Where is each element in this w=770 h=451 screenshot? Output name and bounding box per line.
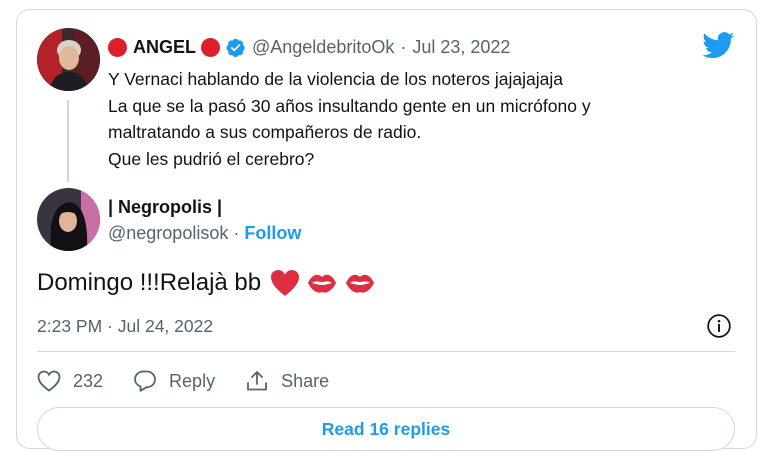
- reply-handle-row: @negropolisok · Follow: [108, 223, 301, 244]
- thread-line: [67, 100, 69, 182]
- reply-bubble-icon: [134, 370, 156, 392]
- red-circle-icon: [201, 37, 220, 57]
- quoted-tweet-text: Y Vernaci hablando de la violencia de lo…: [108, 66, 708, 172]
- kiss-mark-icon: [306, 271, 338, 295]
- quoted-tweet-header: ANGEL @AngeldebritoOk · Jul 23, 2022: [108, 36, 510, 58]
- date-separator: ·: [400, 36, 407, 57]
- verified-badge-icon: [225, 37, 246, 58]
- handle-separator: ·: [233, 223, 240, 243]
- share-label: Share: [281, 370, 330, 391]
- follow-button[interactable]: Follow: [244, 223, 301, 243]
- share-icon: [247, 371, 267, 391]
- kiss-mark-icon: [344, 271, 376, 295]
- tweet-text: Domingo !!!Relajà bb: [37, 269, 262, 296]
- negropolis-avatar[interactable]: [37, 188, 100, 251]
- read-replies-button[interactable]: Read 16 replies: [37, 407, 735, 451]
- like-count: 232: [73, 370, 104, 391]
- tweet-text-row: Domingo !!!Relajà bb: [37, 269, 376, 297]
- heart-outline-icon: [37, 370, 61, 392]
- tweet-actions: 232 Reply Share: [37, 370, 359, 392]
- like-button[interactable]: 232: [37, 370, 103, 392]
- share-button[interactable]: Share: [245, 370, 329, 392]
- red-heart-icon: [270, 269, 300, 297]
- quoted-handle[interactable]: @AngeldebritoOk: [252, 37, 394, 58]
- reply-display-name[interactable]: | Negropolis |: [108, 197, 222, 218]
- twitter-bird-icon[interactable]: [702, 32, 735, 64]
- quoted-line: Y Vernaci hablando de la violencia de lo…: [108, 69, 563, 89]
- quoted-date[interactable]: Jul 23, 2022: [412, 37, 510, 58]
- info-icon[interactable]: [706, 313, 732, 344]
- quoted-line: maltratando a sus compañeros de radio.: [108, 122, 422, 142]
- divider: [37, 351, 735, 352]
- quoted-display-name[interactable]: ANGEL: [133, 37, 196, 58]
- reply-handle[interactable]: @negropolisok: [108, 223, 228, 243]
- angel-avatar[interactable]: [37, 28, 100, 91]
- reply-label: Reply: [169, 370, 216, 391]
- tweet-timestamp[interactable]: 2:23 PM · Jul 24, 2022: [37, 316, 213, 337]
- quoted-line: Que les pudrió el cerebro?: [108, 148, 315, 169]
- red-circle-icon: [108, 37, 127, 57]
- quoted-line: La que se la pasó 30 años insultando gen…: [108, 95, 591, 116]
- reply-button[interactable]: Reply: [133, 370, 215, 392]
